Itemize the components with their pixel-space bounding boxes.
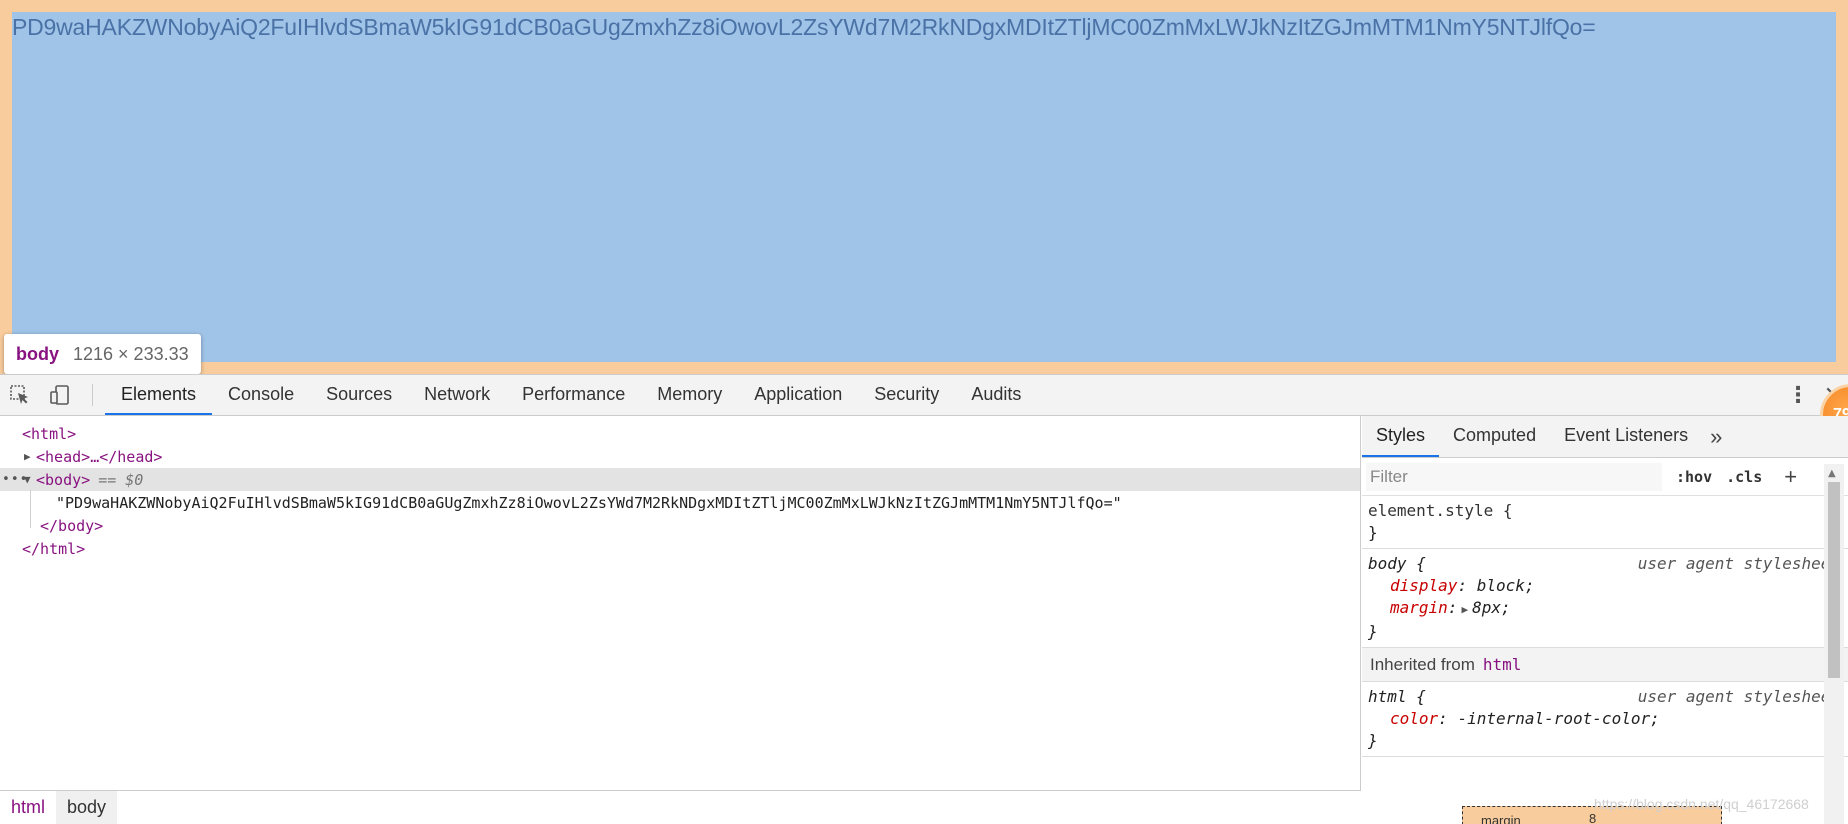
styles-tabs: Styles Computed Event Listeners » — [1362, 416, 1848, 458]
dom-line-html-close[interactable]: </html> — [0, 537, 1360, 560]
toolbar-divider — [92, 384, 93, 406]
more-tabs-icon[interactable]: » — [1702, 416, 1730, 457]
page-body-text: PD9waHAKZWNobyAiQ2FuIHlvdSBmaW5kIG91dCB0… — [12, 14, 1596, 40]
styles-filter-input[interactable] — [1366, 462, 1662, 491]
tab-computed[interactable]: Computed — [1439, 416, 1550, 457]
breadcrumb-html[interactable]: html — [0, 791, 56, 824]
dom-line-body-close[interactable]: </body> — [0, 514, 1360, 537]
rule-close-brace: } — [1368, 622, 1378, 641]
dom-head-open: <head> — [36, 447, 91, 466]
scrollbar-thumb[interactable] — [1828, 482, 1840, 678]
dom-html-open: <html> — [22, 424, 77, 443]
rule-origin: user agent stylesheet — [1637, 687, 1840, 706]
inspect-element-icon[interactable] — [0, 375, 40, 415]
tab-sources[interactable]: Sources — [310, 375, 408, 415]
tab-application[interactable]: Application — [738, 375, 858, 415]
more-options-icon[interactable]: ⋮ — [1778, 375, 1818, 415]
hover-state-toggle[interactable]: :hov — [1676, 468, 1712, 486]
box-model-margin-value[interactable]: 8 — [1589, 811, 1596, 824]
watermark: https://blog.csdn.net/qq_46172668 — [1594, 796, 1809, 812]
tab-memory[interactable]: Memory — [641, 375, 738, 415]
css-property[interactable]: display: block; — [1368, 575, 1842, 597]
tab-styles[interactable]: Styles — [1362, 416, 1440, 457]
dom-body-close: </body> — [40, 516, 104, 535]
dom-line-head[interactable]: ▶ <head> … </head> — [0, 445, 1360, 468]
dom-line-body[interactable]: ••• ▼ <body> == $0 — [0, 468, 1360, 491]
css-property-value: 8px; — [1472, 598, 1511, 617]
dom-body-text: "PD9waHAKZWNobyAiQ2FuIHlvdSBmaW5kIG91dCB… — [56, 493, 1122, 512]
rule-body[interactable]: body { user agent stylesheet display: bl… — [1362, 549, 1848, 648]
tab-elements[interactable]: Elements — [105, 375, 213, 415]
body-highlight[interactable]: PD9waHAKZWNobyAiQ2FuIHlvdSBmaW5kIG91dCB0… — [12, 12, 1836, 362]
dom-head-ellipsis: … — [90, 447, 100, 466]
tab-event-listeners[interactable]: Event Listeners — [1550, 416, 1702, 457]
tooltip-tag: body — [16, 343, 59, 364]
new-rule-icon[interactable]: + — [1784, 464, 1797, 490]
devtools-toolbar: Elements Console Sources Network Perform… — [0, 374, 1848, 416]
dom-actions-icon[interactable]: ••• — [2, 472, 28, 487]
page-viewport: PD9waHAKZWNobyAiQ2FuIHlvdSBmaW5kIG91dCB0… — [0, 0, 1848, 374]
dom-html-close: </html> — [22, 539, 86, 558]
element-tooltip: body 1216 × 233.33 — [4, 334, 201, 374]
tab-performance[interactable]: Performance — [506, 375, 641, 415]
inherited-label: Inherited from — [1370, 654, 1475, 674]
css-property-name: margin — [1390, 598, 1448, 617]
devtools-tabs: Elements Console Sources Network Perform… — [105, 375, 1037, 415]
css-property-value: block; — [1476, 576, 1535, 595]
dom-body-open: <body> — [36, 470, 91, 489]
expand-triangle-icon[interactable]: ▶ — [24, 450, 36, 463]
breadcrumb-body[interactable]: body — [56, 791, 118, 824]
tab-console[interactable]: Console — [212, 375, 310, 415]
rule-close-brace: } — [1368, 731, 1378, 750]
rule-html[interactable]: html { user agent stylesheet color: -int… — [1362, 682, 1848, 757]
css-property-name: color — [1390, 709, 1439, 728]
dom-line-text[interactable]: "PD9waHAKZWNobyAiQ2FuIHlvdSBmaW5kIG91dCB… — [0, 491, 1360, 514]
inherited-header: Inherited from html — [1362, 648, 1848, 682]
rule-origin: user agent stylesheet — [1637, 554, 1840, 573]
dom-head-close: </head> — [99, 447, 163, 466]
tab-audits[interactable]: Audits — [955, 375, 1037, 415]
css-property-name: display — [1390, 576, 1458, 595]
css-property[interactable]: margin: ▶ 8px; — [1368, 597, 1842, 621]
breadcrumb: html body — [0, 790, 1361, 824]
tab-network[interactable]: Network — [408, 375, 506, 415]
styles-sidebar: Styles Computed Event Listeners » :hov .… — [1362, 416, 1848, 824]
rule-selector: element.style { — [1368, 501, 1513, 520]
css-property-value: -internal-root-color; — [1457, 709, 1660, 728]
tab-security[interactable]: Security — [858, 375, 955, 415]
inherited-tag[interactable]: html — [1483, 655, 1522, 674]
dom-indent-guide — [30, 490, 31, 528]
expand-triangle-icon[interactable]: ▶ — [1461, 603, 1468, 616]
elements-panel: <html> ▶ <head> … </head> ••• ▼ <body> =… — [0, 416, 1361, 790]
rule-element-style[interactable]: element.style { } — [1362, 496, 1848, 549]
styles-scrollbar[interactable]: ▲ — [1824, 464, 1844, 824]
styles-filter-row: :hov .cls + — [1362, 458, 1848, 496]
box-model-margin-label: margin — [1481, 813, 1521, 824]
device-toolbar-icon[interactable] — [40, 375, 80, 415]
dom-selected-marker: == $0 — [98, 470, 144, 489]
tooltip-dimensions: 1216 × 233.33 — [73, 343, 189, 364]
scroll-up-icon[interactable]: ▲ — [1828, 468, 1836, 479]
css-property[interactable]: color: -internal-root-color; — [1368, 708, 1842, 730]
class-toggle[interactable]: .cls — [1726, 468, 1762, 486]
dom-line-html[interactable]: <html> — [0, 422, 1360, 445]
rule-close-brace: } — [1368, 523, 1378, 542]
